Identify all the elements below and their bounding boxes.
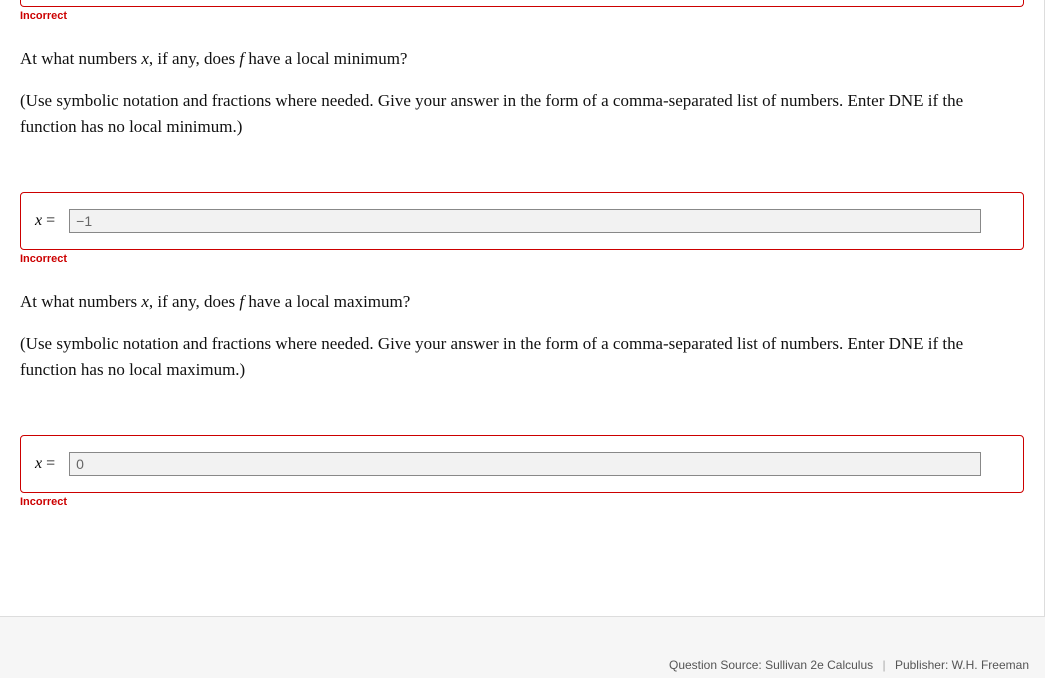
footer-publisher-value: W.H. Freeman — [952, 658, 1029, 672]
answer-input-max[interactable] — [69, 452, 981, 476]
answer-box-min: x = — [20, 192, 1024, 250]
footer-text: Question Source: Sullivan 2e Calculus | … — [669, 658, 1029, 672]
answer-input-min[interactable] — [69, 209, 981, 233]
q2-text-pre: At what numbers — [20, 292, 141, 311]
previous-status-label: Incorrect — [20, 10, 1024, 22]
content-frame: Incorrect At what numbers x, if any, doe… — [0, 0, 1045, 616]
status-label-max: Incorrect — [20, 496, 1024, 508]
question-min-hint: (Use symbolic notation and fractions whe… — [20, 88, 1024, 141]
q1-var: x — [141, 49, 149, 68]
q2-var: x — [141, 292, 149, 311]
question-max-prompt: At what numbers x, if any, does f have a… — [20, 289, 1024, 315]
page-wrapper: Incorrect At what numbers x, if any, doe… — [0, 0, 1045, 678]
question-max-hint: (Use symbolic notation and fractions whe… — [20, 331, 1024, 384]
q1-text-post: have a local minimum? — [244, 49, 407, 68]
answer-box-max: x = — [20, 435, 1024, 493]
q2-text-post: have a local maximum? — [244, 292, 410, 311]
q1-prefix-eq: = — [42, 212, 55, 229]
status-label-min: Incorrect — [20, 253, 1024, 265]
footer-separator: | — [882, 658, 885, 672]
q2-prefix-eq: = — [42, 455, 55, 472]
q1-text-mid: , if any, does — [149, 49, 240, 68]
footer-publisher-label: Publisher: — [895, 658, 952, 672]
answer-prefix-max: x = — [35, 455, 55, 473]
footer-source-label: Question Source: — [669, 658, 765, 672]
q2-text-mid: , if any, does — [149, 292, 240, 311]
footer-source-value: Sullivan 2e Calculus — [765, 658, 873, 672]
footer: Question Source: Sullivan 2e Calculus | … — [0, 616, 1045, 678]
question-min-prompt: At what numbers x, if any, does f have a… — [20, 46, 1024, 72]
answer-prefix-min: x = — [35, 212, 55, 230]
q1-text-pre: At what numbers — [20, 49, 141, 68]
previous-answer-box-edge — [20, 0, 1024, 7]
